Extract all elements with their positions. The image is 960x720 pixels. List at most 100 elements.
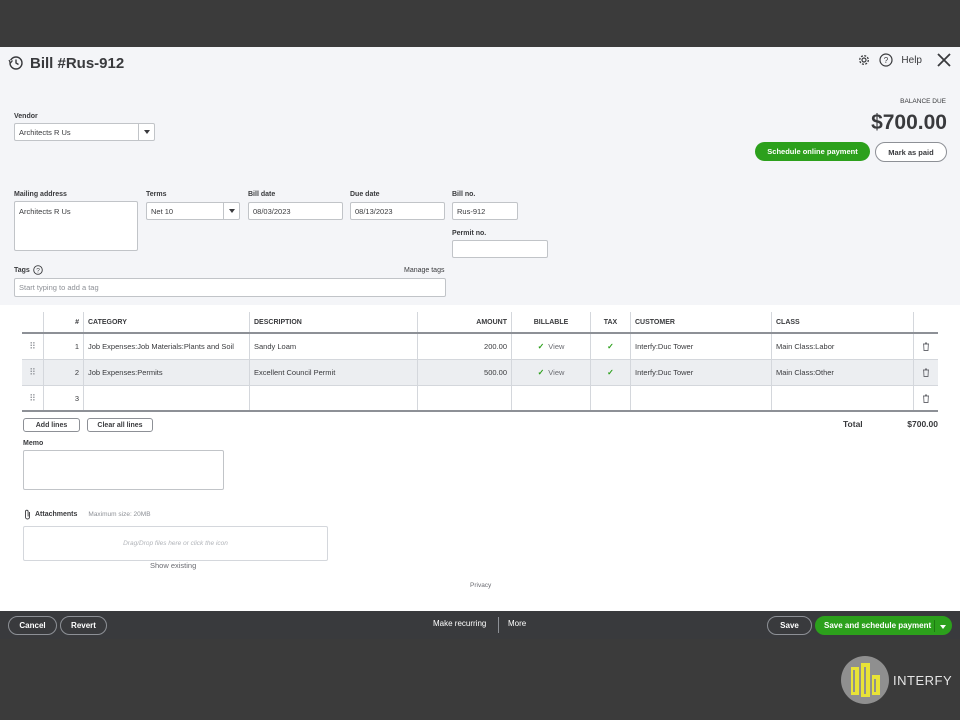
clear-all-lines-button[interactable]: Clear all lines (87, 418, 153, 432)
due-date-label: Due date (350, 191, 380, 198)
table-row[interactable]: ⠿ 1 Job Expenses:Job Materials:Plants an… (22, 334, 938, 360)
save-button[interactable]: Save (767, 616, 812, 635)
row-description[interactable] (250, 386, 418, 410)
mark-as-paid-button[interactable]: Mark as paid (875, 142, 947, 162)
history-icon[interactable] (8, 55, 24, 71)
row-category[interactable]: Job Expenses:Job Materials:Plants and So… (84, 334, 250, 359)
table-row[interactable]: ⠿ 2 Job Expenses:Permits Excellent Counc… (22, 360, 938, 386)
view-link[interactable]: View (548, 368, 564, 377)
row-class[interactable] (772, 386, 914, 410)
row-category[interactable] (84, 386, 250, 410)
privacy-link[interactable]: Privacy (470, 582, 491, 589)
due-date-input[interactable]: 08/13/2023 (350, 202, 445, 220)
trash-icon[interactable] (914, 334, 938, 359)
header-delete (914, 312, 938, 332)
row-customer[interactable]: Interfy:Duc Tower (631, 334, 772, 359)
footer-split-divider (934, 620, 935, 632)
row-customer[interactable] (631, 386, 772, 410)
help-icon[interactable]: ? (879, 53, 894, 67)
page-title: Bill #Rus-912 (30, 54, 125, 72)
top-right-controls: ? Help (857, 52, 952, 68)
paperclip-icon[interactable] (23, 509, 32, 520)
row-customer[interactable]: Interfy:Duc Tower (631, 360, 772, 385)
balance-due-amount: $700.00 (871, 111, 947, 134)
more-link[interactable]: More (508, 619, 526, 628)
header-customer: CUSTOMER (631, 312, 772, 332)
bill-header-panel: Bill #Rus-912 ? Help BALANCE DUE $700.00… (0, 47, 960, 305)
row-amount[interactable]: 500.00 (418, 360, 512, 385)
tags-label-row: Tags ? (14, 265, 43, 275)
chevron-down-icon[interactable] (223, 203, 239, 219)
memo-textarea[interactable] (23, 450, 224, 490)
table-row[interactable]: ⠿ 3 (22, 386, 938, 412)
footer-divider (498, 617, 499, 633)
mailing-address-field[interactable]: Architects R Us (14, 201, 138, 251)
row-num: 2 (44, 360, 84, 385)
row-class[interactable]: Main Class:Other (772, 360, 914, 385)
row-tax[interactable]: ✓ (591, 334, 631, 359)
row-tax[interactable]: ✓ (591, 360, 631, 385)
row-amount[interactable]: 200.00 (418, 334, 512, 359)
check-icon[interactable]: ✓ (538, 368, 545, 377)
save-and-schedule-label: Save and schedule payment (824, 621, 932, 630)
save-and-schedule-button[interactable]: Save and schedule payment (815, 616, 952, 635)
bill-no-value: Rus-912 (457, 206, 486, 216)
row-billable[interactable]: ✓ View (512, 360, 591, 385)
view-link[interactable]: View (548, 342, 564, 351)
trash-icon[interactable] (914, 386, 938, 410)
bill-date-input[interactable]: 08/03/2023 (248, 202, 343, 220)
total-value: $700.00 (907, 419, 938, 429)
show-existing-link[interactable]: Show existing (150, 561, 196, 570)
row-billable[interactable]: ✓ View (512, 334, 591, 359)
check-icon[interactable]: ✓ (607, 368, 614, 377)
drag-handle-icon[interactable]: ⠿ (22, 386, 44, 410)
revert-button[interactable]: Revert (60, 616, 107, 635)
row-description[interactable]: Sandy Loam (250, 334, 418, 359)
drag-handle-icon[interactable]: ⠿ (22, 360, 44, 385)
row-tax[interactable] (591, 386, 631, 410)
interfy-logo-text: INTERFY (893, 672, 953, 688)
trash-icon[interactable] (914, 360, 938, 385)
cancel-button[interactable]: Cancel (8, 616, 57, 635)
check-icon[interactable]: ✓ (607, 342, 614, 351)
drag-handle-icon[interactable]: ⠿ (22, 334, 44, 359)
memo-label: Memo (23, 440, 44, 447)
check-icon[interactable]: ✓ (538, 342, 545, 351)
header-billable: BILLABLE (512, 312, 591, 332)
terms-select[interactable]: Net 10 (146, 202, 240, 220)
terms-value: Net 10 (151, 206, 174, 216)
permit-no-label: Permit no. (452, 230, 487, 237)
header-tax: TAX (591, 312, 631, 332)
row-category[interactable]: Job Expenses:Permits (84, 360, 250, 385)
svg-text:?: ? (36, 268, 40, 275)
vendor-select[interactable]: Architects R Us (14, 123, 155, 141)
row-billable[interactable] (512, 386, 591, 410)
bill-no-input[interactable]: Rus-912 (452, 202, 518, 220)
tags-placeholder: Start typing to add a tag (19, 283, 99, 292)
close-icon[interactable] (936, 52, 952, 68)
row-class[interactable]: Main Class:Labor (772, 334, 914, 359)
attachments-row: Attachments Maximum size: 20MB (23, 509, 151, 520)
row-num: 3 (44, 386, 84, 410)
help-link[interactable]: Help (901, 55, 922, 66)
info-icon[interactable]: ? (33, 265, 43, 275)
bill-date-value: 08/03/2023 (253, 206, 291, 216)
permit-no-input[interactable] (452, 240, 548, 258)
chevron-down-icon[interactable] (138, 124, 154, 140)
schedule-online-payment-button[interactable]: Schedule online payment (755, 142, 870, 161)
add-lines-button[interactable]: Add lines (23, 418, 80, 432)
balance-due-label: BALANCE DUE (900, 98, 946, 105)
due-date-value: 08/13/2023 (355, 206, 393, 216)
manage-tags-link[interactable]: Manage tags (404, 267, 444, 274)
interfy-watermark: INTERFY (840, 655, 952, 705)
attachment-dropzone[interactable]: Drag/Drop files here or click the icon (23, 526, 328, 561)
footer-bar: Cancel Revert Make recurring More Save S… (0, 611, 960, 639)
row-amount[interactable] (418, 386, 512, 410)
header-class: CLASS (772, 312, 914, 332)
drag-header-cell (22, 312, 44, 332)
chevron-down-icon[interactable] (940, 625, 946, 629)
make-recurring-link[interactable]: Make recurring (433, 619, 486, 628)
tags-input[interactable]: Start typing to add a tag (14, 278, 446, 297)
gear-icon[interactable] (857, 53, 871, 67)
row-description[interactable]: Excellent Council Permit (250, 360, 418, 385)
